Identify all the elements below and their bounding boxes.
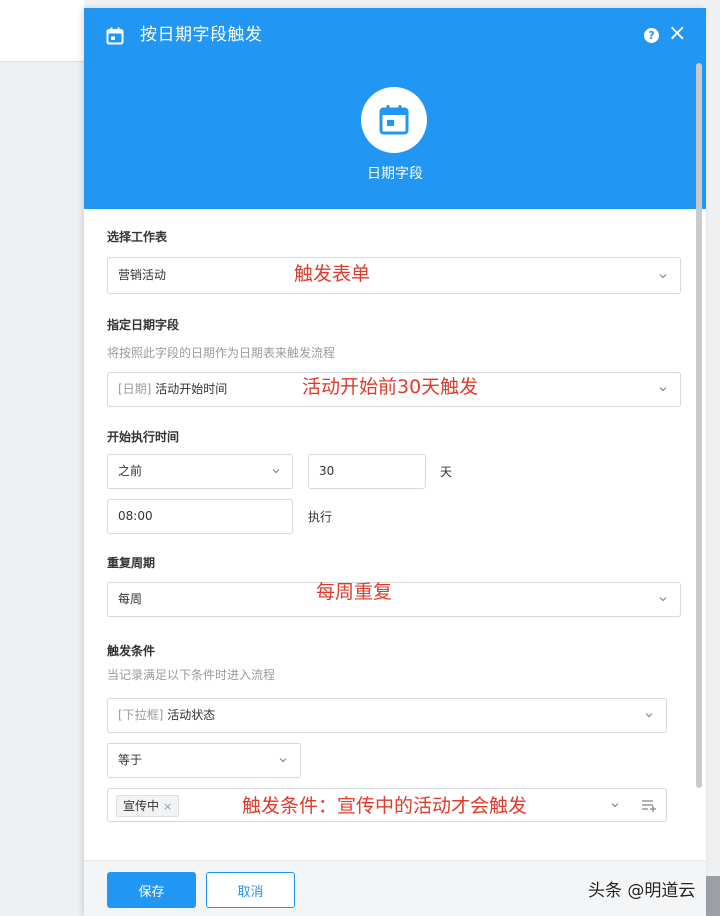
chevron-down-icon xyxy=(645,713,653,718)
date-field-badge xyxy=(361,87,427,153)
repeat-annotation: 每周重复 xyxy=(316,581,393,603)
help-icon[interactable]: ? xyxy=(644,28,659,43)
background-page-header xyxy=(0,0,84,62)
conditions-annotation: 触发条件：宣传中的活动才会触发 xyxy=(242,795,528,817)
direction-value: 之前 xyxy=(118,464,143,478)
close-icon[interactable]: × xyxy=(163,800,172,813)
condition-tag: 宣传中 × xyxy=(116,795,180,817)
worksheet-annotation: 触发表单 xyxy=(294,263,371,285)
start-time-label: 开始执行时间 xyxy=(107,430,180,444)
chevron-down-icon xyxy=(659,274,667,279)
calendar-icon xyxy=(106,27,124,45)
cancel-button[interactable]: 取消 xyxy=(206,872,295,908)
chevron-down-icon xyxy=(272,469,280,474)
chevron-down-icon xyxy=(611,803,619,808)
worksheet-value: 营销活动 xyxy=(118,268,167,282)
direction-select[interactable]: 之前 xyxy=(107,454,293,489)
offset-input[interactable]: 30 xyxy=(308,454,426,489)
panel-scrollbar[interactable] xyxy=(696,63,702,788)
date-field-annotation: 活动开始前30天触发 xyxy=(302,376,479,398)
repeat-label: 重复周期 xyxy=(107,556,156,570)
watermark: 头条 @明道云 xyxy=(588,881,696,901)
condition-tag-label: 宣传中 xyxy=(123,799,160,813)
repeat-value: 每周 xyxy=(118,592,143,606)
time-suffix: 执行 xyxy=(308,510,333,524)
close-icon[interactable]: × xyxy=(668,22,686,46)
worksheet-select[interactable]: 营销活动 xyxy=(107,257,681,294)
chevron-down-icon xyxy=(279,758,287,763)
date-field-value: 活动开始时间 xyxy=(155,382,228,396)
date-field-hint: 将按照此字段的日期作为日期表来触发流程 xyxy=(107,346,336,360)
condition-field-select[interactable]: [下拉框] 活动状态 xyxy=(107,698,667,733)
date-field-label: 日期字段 xyxy=(367,166,423,182)
panel-title: 按日期字段触发 xyxy=(140,25,263,45)
offset-unit: 天 xyxy=(440,465,453,479)
chevron-down-icon xyxy=(659,597,667,602)
calendar-icon xyxy=(379,105,409,135)
operator-value: 等于 xyxy=(118,753,143,767)
condition-field-type: [下拉框] xyxy=(118,708,164,722)
trigger-settings-panel: 按日期字段触发 ? × 日期字段 选择工作表 营销活动 触发表单 指定日期字段 … xyxy=(84,8,706,916)
condition-field-value: 活动状态 xyxy=(167,708,216,722)
repeat-select[interactable]: 每周 xyxy=(107,582,681,617)
date-field-section-label: 指定日期字段 xyxy=(107,318,180,332)
filter-list-button[interactable] xyxy=(631,788,667,822)
worksheet-label: 选择工作表 xyxy=(107,230,168,244)
time-input[interactable]: 08:00 xyxy=(107,499,293,534)
chevron-down-icon xyxy=(659,387,667,392)
background-scroll-thumb xyxy=(706,876,720,916)
date-field-type: [日期] xyxy=(118,382,152,396)
list-add-icon xyxy=(642,800,656,812)
panel-header: 按日期字段触发 ? × 日期字段 xyxy=(84,8,706,209)
conditions-hint: 当记录满足以下条件时进入流程 xyxy=(107,668,276,682)
operator-select[interactable]: 等于 xyxy=(107,743,301,778)
save-button[interactable]: 保存 xyxy=(107,872,196,908)
conditions-label: 触发条件 xyxy=(107,644,156,658)
